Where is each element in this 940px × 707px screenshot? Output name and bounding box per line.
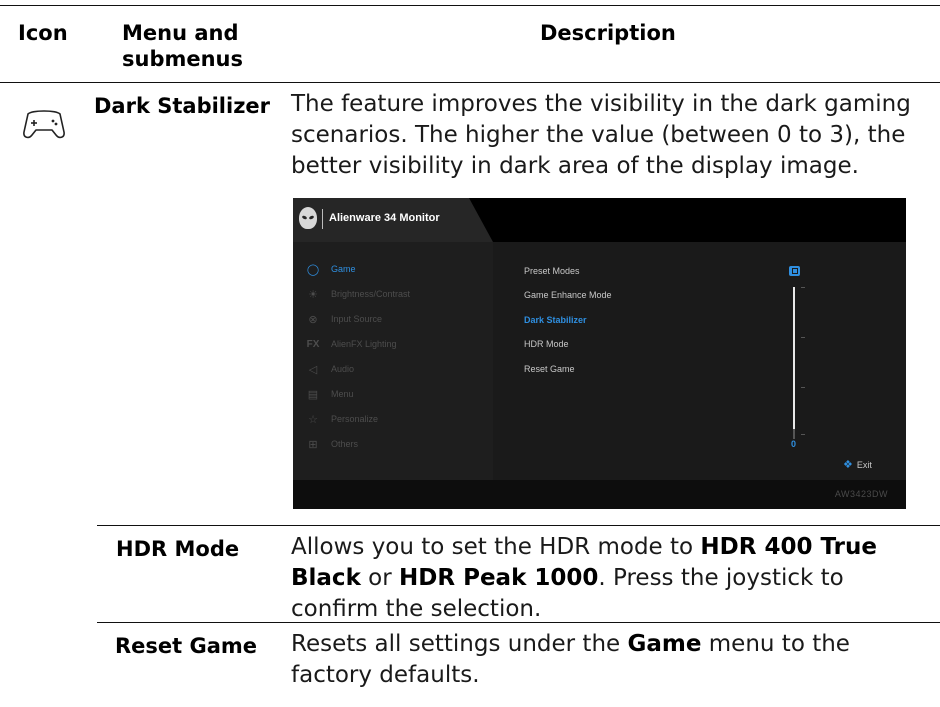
osd-screenshot: Alienware 34 Monitor ◯ Game ☀ Brightness…	[293, 198, 906, 509]
gamepad-icon: ◯	[306, 263, 320, 276]
slider-value: 0	[791, 439, 797, 449]
slider-tick	[801, 337, 805, 338]
slider-fill	[793, 287, 795, 429]
osd-submenu-preset-modes[interactable]: Preset Modes	[524, 266, 580, 276]
speaker-icon: ◁	[308, 363, 318, 376]
alien-logo-icon	[299, 207, 317, 229]
header-icon: Icon	[18, 21, 68, 45]
row-rule	[97, 525, 940, 526]
gamepad-icon	[23, 110, 65, 139]
osd-submenu-hdr-mode[interactable]: HDR Mode	[524, 339, 569, 349]
osd-menu-label: Others	[331, 439, 359, 449]
osd-menu-label: Brightness/Contrast	[331, 289, 411, 299]
osd-submenu-reset-game[interactable]: Reset Game	[524, 364, 575, 374]
osd-menu-label: Audio	[331, 364, 355, 374]
osd-menu-item-audio[interactable]: ◁ Audio	[305, 362, 354, 376]
sun-icon: ☀	[308, 288, 318, 301]
osd-menu-label: Game	[331, 264, 356, 274]
osd-model-name: AW3423DW	[834, 489, 888, 499]
osd-title-tab: Alienware 34 Monitor	[293, 198, 493, 242]
osd-menu-item-menu[interactable]: ▤ Menu	[305, 387, 354, 401]
joystick-icon: ❖	[843, 459, 853, 471]
osd-menu-item-brightness[interactable]: ☀ Brightness/Contrast	[305, 287, 410, 301]
input-icon: ⊗	[308, 313, 318, 326]
osd-menu-label: Input Source	[331, 314, 383, 324]
header-description: Description	[540, 21, 676, 45]
osd-menu-label: Menu	[331, 389, 354, 399]
preset-mode-icon	[789, 266, 800, 276]
dark-stabilizer-term: Dark Stabilizer	[94, 94, 271, 118]
osd-submenu-dark-stabilizer[interactable]: Dark Stabilizer	[524, 315, 587, 325]
osd-menu-label: AlienFX Lighting	[331, 339, 397, 349]
osd-menu-item-input-source[interactable]: ⊗ Input Source	[305, 312, 382, 326]
menu-icon: ▤	[307, 388, 319, 401]
hdr-mode-term: HDR Mode	[116, 537, 240, 561]
reset-game-term: Reset Game	[115, 634, 258, 658]
slider-tick	[801, 387, 805, 388]
exit-label: Exit	[856, 459, 872, 470]
slider-tick	[801, 287, 805, 288]
row-rule	[97, 622, 940, 623]
hdr-mode-description: Allows you to set the HDR mode to HDR 40…	[291, 534, 877, 622]
osd-menu-item-alienfx[interactable]: FX AlienFX Lighting	[305, 337, 397, 351]
dark-stabilizer-description: The feature improves the visibility in t…	[291, 91, 911, 179]
osd-main-menu: ◯ Game ☀ Brightness/Contrast ⊗ Input Sou…	[293, 242, 493, 480]
star-icon: ☆	[308, 413, 318, 426]
top-rule	[0, 5, 940, 6]
osd-title-divider	[322, 209, 323, 229]
reset-game-description: Resets all settings under the Game menu …	[291, 631, 850, 688]
osd-menu-item-game[interactable]: ◯ Game	[305, 262, 356, 276]
others-icon: ⊞	[308, 438, 318, 451]
header-menu: Menu and submenus	[122, 21, 244, 71]
osd-title: Alienware 34 Monitor	[329, 212, 440, 224]
osd-menu-item-others[interactable]: ⊞ Others	[305, 437, 358, 451]
exit-hint[interactable]: ❖ Exit	[843, 458, 872, 471]
slider-tick	[801, 434, 805, 435]
osd-menu-label: Personalize	[331, 414, 379, 424]
fx-icon: FX	[306, 338, 320, 350]
osd-submenu-game-enhance-mode[interactable]: Game Enhance Mode	[524, 290, 612, 300]
osd-bottom-bar: AW3423DW	[293, 480, 906, 509]
osd-submenu-panel: Preset Modes Game Enhance Mode Dark Stab…	[493, 242, 906, 480]
osd-menu-item-personalize[interactable]: ☆ Personalize	[305, 412, 378, 426]
osd-top-bar: Alienware 34 Monitor	[293, 198, 906, 242]
header-rule	[0, 82, 940, 83]
